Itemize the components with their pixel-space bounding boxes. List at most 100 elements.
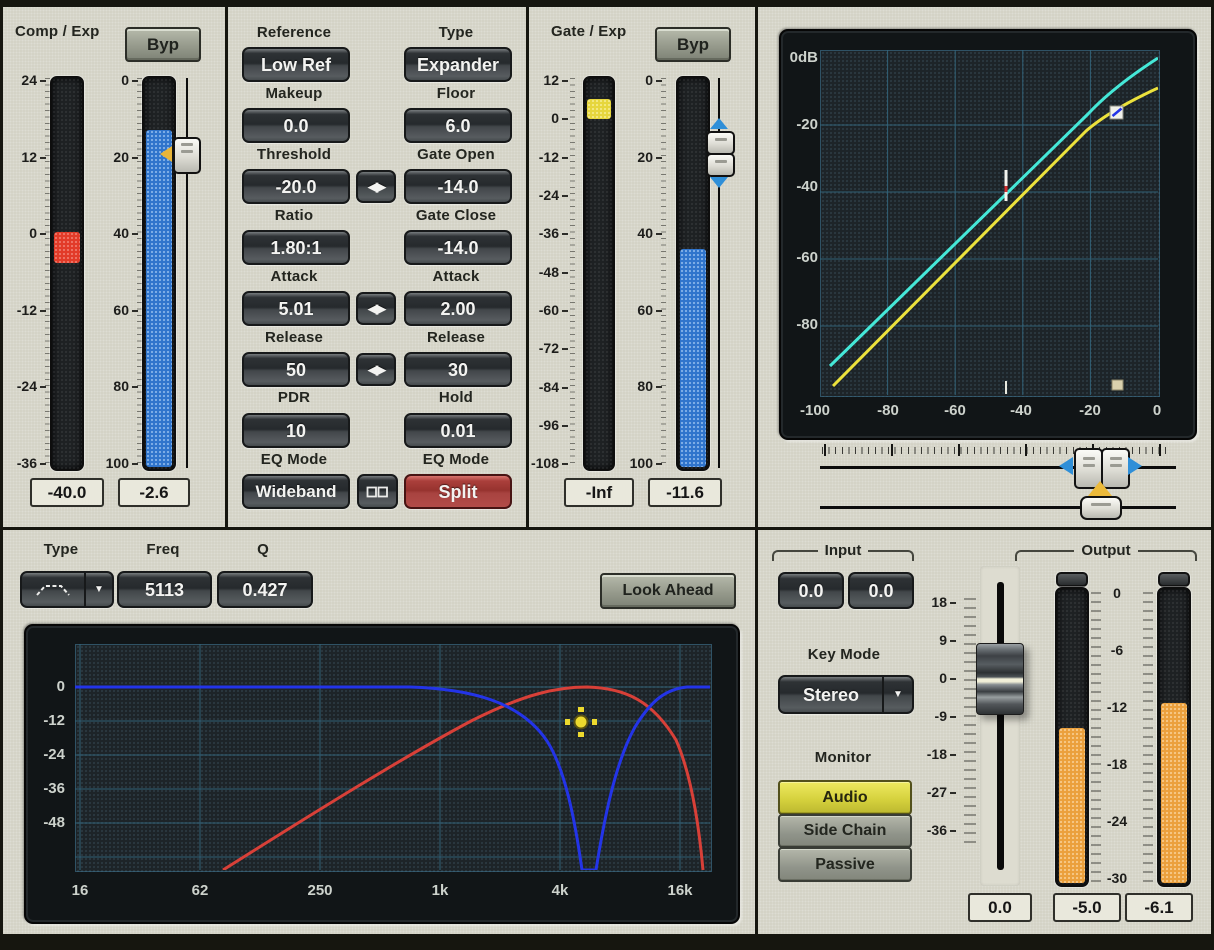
scale-label: -12 (3, 301, 46, 319)
floor-value[interactable]: 6.0 (404, 108, 512, 143)
comp-attack-label: Attack (228, 269, 360, 286)
scale-label: -9 (913, 707, 956, 725)
threshold-value[interactable]: -20.0 (242, 169, 350, 204)
gate-open-value[interactable]: -14.0 (404, 169, 512, 204)
axis-label: -40 (772, 178, 818, 196)
output-right-clip-led[interactable] (1158, 572, 1190, 587)
ratio-value[interactable]: 1.80:1 (242, 230, 350, 265)
hold-value[interactable]: 0.01 (404, 413, 512, 448)
axis-label: -40 (996, 402, 1046, 420)
threshold-slider-handle[interactable] (1080, 496, 1122, 520)
eq-monitor-button[interactable] (357, 474, 398, 509)
comp-level-meter (142, 76, 176, 471)
gate-close-value[interactable]: -14.0 (404, 230, 512, 265)
chevron-down-icon: ▼ (86, 585, 112, 595)
chevron-down-icon: ▼ (884, 690, 912, 700)
gate-level-meter (676, 76, 710, 471)
tick-strip (570, 78, 575, 468)
scale-label: 0 (95, 71, 138, 89)
eq-section: Type Freq Q ▼ 5113 0.427 Look Ahead (3, 530, 755, 934)
comp-transfer-curve (833, 88, 1158, 386)
comp-title: Comp / Exp (15, 24, 100, 41)
gate-point-marker (1110, 106, 1123, 119)
axis-label: -36 (25, 780, 65, 798)
input-right-value[interactable]: 0.0 (848, 572, 914, 609)
scale-label: 20 (619, 148, 662, 166)
scale-label: -36 (913, 821, 956, 839)
comp-threshold-arrow-icon (160, 146, 172, 162)
transfer-display-section: 0dB -20 -40 -60 -80 -100 -80 -60 -40 -20… (758, 7, 1211, 527)
link-icon: ◀▶ (368, 363, 384, 376)
reference-button[interactable]: Low Ref (242, 47, 350, 82)
axis-label: -20 (772, 116, 818, 134)
scale-label: 100 (619, 454, 662, 472)
tick-strip (1143, 592, 1153, 882)
ruler-tick (824, 444, 826, 456)
scale-label: 0 (529, 109, 568, 127)
monitor-passive-button[interactable]: Passive (778, 847, 912, 882)
bottom-gate-marker (1112, 380, 1123, 390)
threshold-link-button[interactable]: ◀▶ (356, 170, 396, 203)
pdr-value[interactable]: 10 (242, 413, 350, 448)
key-mode-value: Stereo (780, 686, 882, 704)
scale-label: 0 (1095, 584, 1139, 602)
attack-link-button[interactable]: ◀▶ (356, 292, 396, 325)
scale-label: -6 (1095, 641, 1139, 659)
comp-threshold-slider-handle[interactable] (173, 137, 201, 174)
monitor-audio-button[interactable]: Audio (778, 780, 912, 815)
pdr-label: PDR (228, 390, 360, 407)
eq-freq-value[interactable]: 5113 (117, 571, 212, 608)
gate-release-value[interactable]: 30 (404, 352, 512, 387)
transfer-curves (820, 50, 1158, 395)
gate-eq-mode-button[interactable]: Split (404, 474, 512, 509)
filter-handle-marker[interactable] (565, 707, 597, 737)
scale-label: 40 (95, 224, 138, 242)
comp-attack-value[interactable]: 5.01 (242, 291, 350, 326)
scale-label: -30 (1095, 869, 1139, 887)
gate-open-slider-handle[interactable] (706, 131, 735, 155)
input-left-value[interactable]: 0.0 (778, 572, 844, 609)
monitor-side-chain-button[interactable]: Side Chain (778, 814, 912, 848)
gate-gr-meter (583, 76, 615, 471)
scale-label: 20 (95, 148, 138, 166)
gate-open-arrow-icon (710, 118, 728, 129)
output-fader-track[interactable] (997, 582, 1004, 870)
eq-type-dropdown[interactable]: ▼ (20, 571, 114, 608)
makeup-value[interactable]: 0.0 (242, 108, 350, 143)
comp-release-value[interactable]: 50 (242, 352, 350, 387)
look-ahead-button[interactable]: Look Ahead (600, 573, 736, 609)
comp-level-fill (146, 130, 172, 467)
comp-section: Comp / Exp Byp 24 12 0 -12 -24 -36 0 20 … (3, 7, 225, 527)
axis-label: 4k (535, 882, 585, 900)
gate-attack-value[interactable]: 2.00 (404, 291, 512, 326)
axis-label: 62 (175, 882, 225, 900)
key-mode-dropdown[interactable]: Stereo ▼ (778, 675, 914, 714)
scale-label: 12 (3, 148, 46, 166)
output-right-meter (1157, 587, 1191, 887)
release-link-button[interactable]: ◀▶ (356, 353, 396, 386)
gate-bypass-button[interactable]: Byp (655, 27, 731, 62)
axis-label: -80 (863, 402, 913, 420)
tick-strip (1091, 592, 1101, 882)
gate-close-slider-handle[interactable] (706, 153, 735, 177)
input-group: Input (772, 542, 914, 561)
eq-q-value[interactable]: 0.427 (217, 571, 313, 608)
scale-label: -12 (1095, 698, 1139, 716)
scale-label: -60 (529, 301, 568, 319)
comp-gr-meter (50, 76, 84, 471)
axis-label: 0dB (772, 49, 818, 67)
comp-eq-mode-button[interactable]: Wideband (242, 474, 350, 509)
scale-label: 24 (3, 71, 46, 89)
comp-bypass-button[interactable]: Byp (125, 27, 201, 62)
scale-label: -72 (529, 339, 568, 357)
scale-label: -96 (529, 416, 568, 434)
scale-label: 40 (619, 224, 662, 242)
scale-label: 0 (913, 669, 956, 687)
axis-label: -12 (25, 712, 65, 730)
type-button[interactable]: Expander (404, 47, 512, 82)
range-right-arrow-icon (1128, 457, 1142, 475)
output-fader-handle[interactable] (976, 643, 1024, 715)
output-left-readout: -5.0 (1053, 893, 1121, 922)
threshold-slider-track[interactable] (820, 506, 1176, 509)
output-left-clip-led[interactable] (1056, 572, 1088, 587)
